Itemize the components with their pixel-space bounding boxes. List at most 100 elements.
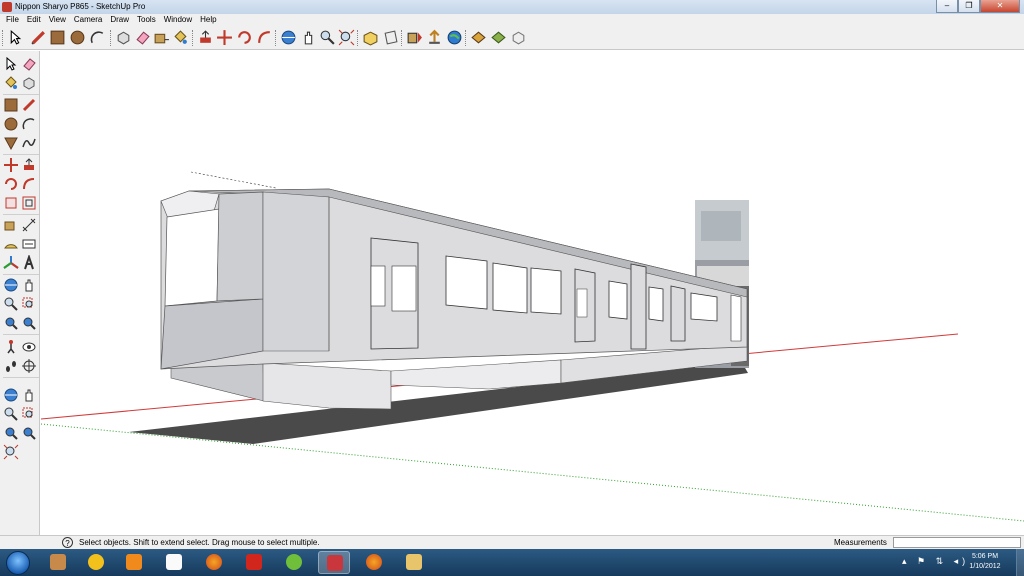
maximize-button[interactable]: ❐ bbox=[958, 0, 980, 13]
rectangle-icon[interactable] bbox=[49, 29, 66, 46]
dimension-icon[interactable] bbox=[21, 217, 37, 233]
push-pull-icon[interactable] bbox=[197, 29, 214, 46]
warehouse-icon[interactable] bbox=[490, 29, 507, 46]
show-desktop-button[interactable] bbox=[1016, 549, 1024, 576]
push-pull-icon[interactable] bbox=[21, 157, 37, 173]
scale-icon[interactable] bbox=[3, 195, 19, 211]
taskbar-app-yahoo[interactable] bbox=[238, 551, 270, 574]
axes-icon[interactable] bbox=[3, 255, 19, 271]
taskbar-app-firefox[interactable] bbox=[358, 551, 390, 574]
text-icon[interactable] bbox=[21, 236, 37, 252]
select-icon[interactable] bbox=[7, 29, 24, 46]
pan-icon[interactable] bbox=[21, 277, 37, 293]
zoom-extents-icon[interactable] bbox=[3, 444, 19, 460]
zoom-extents-icon[interactable] bbox=[3, 315, 19, 331]
line-icon[interactable] bbox=[21, 97, 37, 113]
clock[interactable]: 5:06 PM 1/10/2012 bbox=[960, 552, 1010, 572]
walk-icon[interactable] bbox=[3, 358, 19, 374]
paint-bucket-icon[interactable] bbox=[3, 75, 19, 91]
zoom-extents-icon[interactable] bbox=[3, 425, 19, 441]
freehand-icon[interactable] bbox=[21, 135, 37, 151]
toolbar-grip[interactable] bbox=[275, 30, 278, 46]
select-icon[interactable] bbox=[3, 56, 19, 72]
menu-camera[interactable]: Camera bbox=[71, 14, 107, 26]
make-component-icon[interactable] bbox=[21, 75, 37, 91]
eraser-icon[interactable] bbox=[21, 56, 37, 72]
menu-draw[interactable]: Draw bbox=[107, 14, 134, 26]
circle-icon[interactable] bbox=[3, 116, 19, 132]
taskbar-app-sketchup[interactable] bbox=[318, 551, 350, 574]
share-model-icon[interactable] bbox=[426, 29, 443, 46]
menu-tools[interactable]: Tools bbox=[134, 14, 161, 26]
toolbar-grip[interactable] bbox=[2, 30, 5, 46]
previous-view-icon[interactable] bbox=[21, 425, 37, 441]
google-earth-icon[interactable] bbox=[446, 29, 463, 46]
pan-icon[interactable] bbox=[21, 387, 37, 403]
orbit-icon[interactable] bbox=[3, 387, 19, 403]
clock-date: 1/10/2012 bbox=[969, 563, 1001, 570]
protractor-icon[interactable] bbox=[3, 236, 19, 252]
3d-text-icon[interactable] bbox=[21, 255, 37, 271]
close-button[interactable]: ✕ bbox=[980, 0, 1020, 13]
circle-icon[interactable] bbox=[69, 29, 86, 46]
rectangle-icon[interactable] bbox=[3, 97, 19, 113]
rotate-icon[interactable] bbox=[3, 176, 19, 192]
sketchup-app-icon[interactable] bbox=[2, 2, 12, 12]
tape-measure-icon[interactable] bbox=[153, 29, 170, 46]
zoom-icon[interactable] bbox=[319, 29, 336, 46]
rotate-icon[interactable] bbox=[236, 29, 253, 46]
zoom-extents-icon[interactable] bbox=[338, 29, 355, 46]
menu-edit[interactable]: Edit bbox=[24, 14, 46, 26]
menu-file[interactable]: File bbox=[3, 14, 24, 26]
move-icon[interactable] bbox=[216, 29, 233, 46]
taskbar-app-tools[interactable] bbox=[42, 551, 74, 574]
model-viewport[interactable] bbox=[41, 51, 1024, 535]
menu-help[interactable]: Help bbox=[197, 14, 221, 26]
section-plane-icon[interactable] bbox=[382, 29, 399, 46]
toolbar-grip[interactable] bbox=[401, 30, 404, 46]
tape-measure-icon[interactable] bbox=[3, 217, 19, 233]
get-models-icon[interactable] bbox=[406, 29, 423, 46]
start-button[interactable] bbox=[6, 551, 30, 575]
position-camera-icon[interactable] bbox=[3, 339, 19, 355]
menu-window[interactable]: Window bbox=[161, 14, 197, 26]
section-plane-icon[interactable] bbox=[21, 358, 37, 374]
zoom-window-icon[interactable] bbox=[21, 406, 37, 422]
toolbar-grip[interactable] bbox=[465, 30, 468, 46]
look-around-icon[interactable] bbox=[21, 339, 37, 355]
zoom-window-icon[interactable] bbox=[21, 296, 37, 312]
make-component-icon[interactable] bbox=[115, 29, 132, 46]
follow-me-icon[interactable] bbox=[21, 176, 37, 192]
eraser-icon[interactable] bbox=[134, 29, 151, 46]
taskbar-app-document[interactable] bbox=[158, 551, 190, 574]
offset-icon[interactable] bbox=[21, 195, 37, 211]
standard-views-icon[interactable] bbox=[362, 29, 379, 46]
menu-view[interactable]: View bbox=[46, 14, 71, 26]
minimize-button[interactable]: – bbox=[936, 0, 958, 13]
follow-me-icon[interactable] bbox=[256, 29, 273, 46]
polygon-icon[interactable] bbox=[3, 135, 19, 151]
toolbar-grip[interactable] bbox=[357, 30, 360, 46]
previous-view-icon[interactable] bbox=[21, 315, 37, 331]
zoom-icon[interactable] bbox=[3, 406, 19, 422]
component-icon[interactable] bbox=[470, 29, 487, 46]
zoom-icon[interactable] bbox=[3, 296, 19, 312]
paint-bucket-icon[interactable] bbox=[172, 29, 189, 46]
pan-icon[interactable] bbox=[300, 29, 317, 46]
arc-icon[interactable] bbox=[21, 116, 37, 132]
pencil-icon[interactable] bbox=[30, 29, 47, 46]
taskbar-app-norton[interactable] bbox=[80, 551, 112, 574]
taskbar-app-media-player[interactable] bbox=[118, 551, 150, 574]
orbit-icon[interactable] bbox=[3, 277, 19, 293]
toolbar-grip[interactable] bbox=[110, 30, 113, 46]
measurements-input[interactable] bbox=[893, 537, 1021, 548]
taskbar-app-firefox[interactable] bbox=[198, 551, 230, 574]
taskbar-app-explorer[interactable] bbox=[398, 551, 430, 574]
toolbar-grip[interactable] bbox=[192, 30, 195, 46]
extension-icon[interactable] bbox=[510, 29, 527, 46]
orbit-icon[interactable] bbox=[280, 29, 297, 46]
move-icon[interactable] bbox=[3, 157, 19, 173]
arc-icon[interactable] bbox=[89, 29, 106, 46]
taskbar-app-spotify[interactable] bbox=[278, 551, 310, 574]
help-icon[interactable]: ? bbox=[62, 537, 73, 548]
